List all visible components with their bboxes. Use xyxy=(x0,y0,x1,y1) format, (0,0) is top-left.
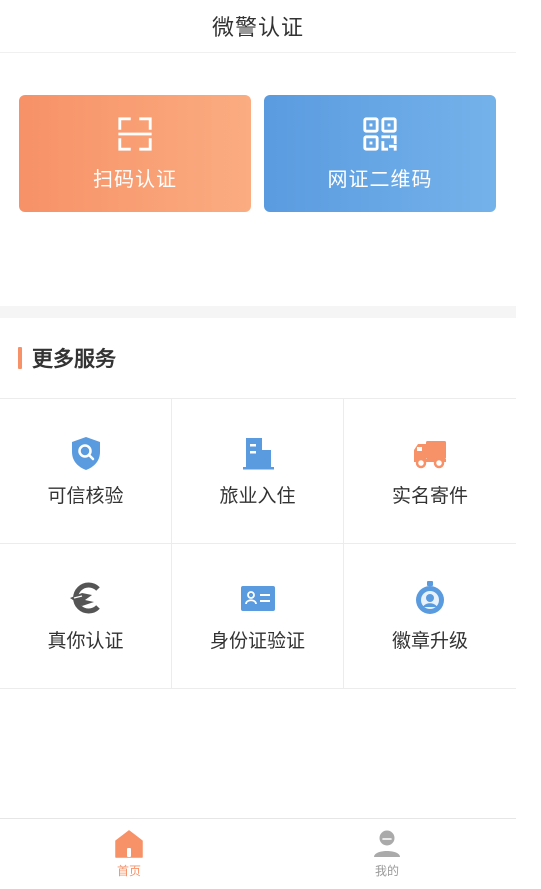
section-accent-bar xyxy=(18,347,22,369)
scan-auth-button[interactable]: 扫码认证 xyxy=(19,95,251,212)
page-title: 微警认证 xyxy=(211,16,304,41)
scan-frame-icon xyxy=(118,117,152,151)
id-card-icon xyxy=(240,585,275,611)
service-hotel-checkin[interactable]: 旅业入住 xyxy=(172,399,344,544)
qr-code-label: 网证二维码 xyxy=(327,167,433,191)
home-icon xyxy=(115,830,143,858)
app-root: 微警认证 扫码认证 网证二维码 更多服务 可信核验 旅业入住 实名寄件 真你认证… xyxy=(0,0,516,889)
service-realname-mail[interactable]: 实名寄件 xyxy=(344,399,516,544)
service-label: 旅业入住 xyxy=(219,484,296,507)
shield-search-icon xyxy=(71,436,100,470)
section-title: 更多服务 xyxy=(32,347,116,371)
tab-home-label: 首页 xyxy=(116,864,141,878)
section-header: 更多服务 xyxy=(0,318,516,398)
service-id-card-verify[interactable]: 身份证验证 xyxy=(172,544,344,689)
service-real-you-auth[interactable]: 真你认证 xyxy=(0,544,172,689)
profile-icon xyxy=(374,830,400,857)
service-label: 徽章升级 xyxy=(391,629,468,652)
service-badge-upgrade[interactable]: 徽章升级 xyxy=(344,544,516,689)
service-label: 实名寄件 xyxy=(391,484,468,507)
bottom-tabbar: 首页 我的 xyxy=(0,818,516,889)
building-icon xyxy=(242,437,274,469)
tab-profile-label: 我的 xyxy=(374,864,399,878)
service-label: 身份证验证 xyxy=(209,629,305,652)
tab-profile[interactable]: 我的 xyxy=(258,819,516,889)
section-divider xyxy=(0,306,516,318)
fingerprint-hand-icon xyxy=(69,582,100,613)
service-label: 可信核验 xyxy=(47,484,124,507)
tab-home[interactable]: 首页 xyxy=(0,819,258,889)
delivery-truck-icon xyxy=(414,440,446,468)
scan-auth-label: 扫码认证 xyxy=(93,167,177,191)
qr-code-icon xyxy=(363,117,397,151)
header: 微警认证 xyxy=(0,0,516,53)
services-grid: 可信核验 旅业入住 实名寄件 真你认证 身份证验证 徽章升级 xyxy=(0,398,516,689)
service-trusted-verify[interactable]: 可信核验 xyxy=(0,399,172,544)
action-cards: 扫码认证 网证二维码 xyxy=(0,53,516,253)
badge-medal-icon xyxy=(416,580,444,614)
qr-code-button[interactable]: 网证二维码 xyxy=(264,95,496,212)
service-label: 真你认证 xyxy=(47,629,124,652)
